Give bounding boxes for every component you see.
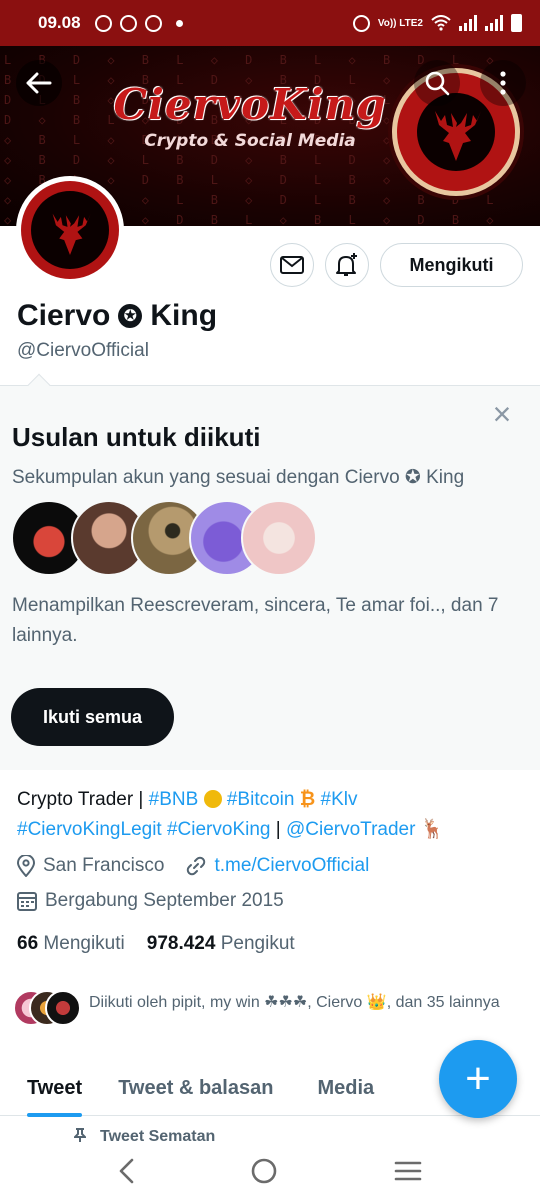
system-nav-bar bbox=[0, 1142, 540, 1200]
network-label: Vo)) LTE2 bbox=[377, 17, 423, 29]
bnb-coin-icon bbox=[203, 790, 222, 808]
profile-handle: @CiervoOfficial bbox=[17, 340, 149, 361]
suggested-avatar-5[interactable] bbox=[241, 500, 317, 576]
profile-link[interactable]: t.me/CiervoOfficial bbox=[214, 855, 369, 877]
joined-date: Bergabung September 2015 bbox=[45, 890, 284, 911]
tab-tweet-replies[interactable]: Tweet & balasan bbox=[118, 1060, 273, 1116]
followed-by-text: Diikuti oleh pipit, my win ☘☘☘, Ciervo 👑… bbox=[89, 994, 500, 1011]
pin-icon bbox=[74, 1128, 86, 1142]
bio-text: Crypto Trader | bbox=[17, 789, 149, 810]
search-button[interactable] bbox=[414, 60, 460, 106]
nav-recents-icon[interactable] bbox=[394, 1160, 422, 1182]
nav-back-icon[interactable] bbox=[118, 1158, 134, 1184]
mail-icon bbox=[280, 256, 304, 274]
following-button[interactable]: Mengikuti bbox=[380, 243, 523, 287]
link-icon bbox=[187, 856, 206, 876]
bio-tag-klv[interactable]: #Klv bbox=[321, 789, 358, 810]
followed-by-avatars bbox=[13, 990, 81, 1026]
suggestions-title: Usulan untuk diikuti bbox=[12, 422, 261, 452]
tab-tweet[interactable]: Tweet bbox=[27, 1060, 83, 1117]
suggestions-panel: × Usulan untuk diikuti Sekumpulan akun y… bbox=[0, 373, 540, 770]
profile-name: Ciervo ✪ King bbox=[17, 299, 217, 333]
status-time: 09.08 bbox=[38, 13, 81, 32]
close-suggestions-button[interactable]: × bbox=[488, 398, 516, 430]
back-button[interactable] bbox=[16, 60, 62, 106]
banner-brand: CiervoKing Crypto & Social Media bbox=[110, 80, 390, 151]
deer-icon bbox=[435, 111, 481, 161]
profile-name-first: Ciervo bbox=[17, 299, 111, 332]
bio-tag-bitcoin[interactable]: #Bitcoin bbox=[227, 789, 295, 810]
bio-separator: | bbox=[270, 819, 286, 840]
message-button[interactable] bbox=[270, 243, 314, 287]
banner-title: CiervoKing bbox=[113, 80, 387, 129]
followed-by[interactable]: Diikuti oleh pipit, my win ☘☘☘, Ciervo 👑… bbox=[13, 990, 528, 1026]
profile-bio: Crypto Trader | #BNB #Bitcoin ₿ #Klv #Ci… bbox=[17, 785, 527, 845]
notification-dot-icon bbox=[175, 19, 183, 27]
signal-1-icon bbox=[459, 15, 477, 31]
whatsapp-icon bbox=[94, 14, 112, 32]
suggestions-shown-text: Menampilkan Reescreveram, sincera, Te am… bbox=[12, 595, 499, 646]
compose-tweet-button[interactable]: + bbox=[439, 1040, 517, 1118]
profile-joined: Bergabung September 2015 bbox=[17, 890, 284, 912]
bell-plus-icon bbox=[336, 253, 357, 276]
profile-meta: San Francisco t.me/CiervoOfficial bbox=[17, 855, 391, 877]
following-count[interactable]: 66 Mengikuti bbox=[17, 933, 125, 955]
bio-mention-ciervotrader[interactable]: @CiervoTrader bbox=[286, 819, 415, 840]
back-arrow-icon bbox=[26, 72, 52, 94]
nav-home-icon[interactable] bbox=[251, 1158, 277, 1184]
tab-media[interactable]: Media bbox=[317, 1060, 374, 1116]
battery-icon bbox=[511, 14, 522, 32]
suggested-avatars[interactable] bbox=[11, 500, 321, 576]
alarm-icon bbox=[352, 14, 370, 32]
bio-tag-ciervoking[interactable]: #CiervoKing bbox=[167, 819, 271, 840]
location-pin-icon bbox=[17, 855, 35, 877]
verified-star-icon: ✪ bbox=[118, 304, 143, 328]
suggestions-description: Sekumpulan akun yang sesuai dengan Cierv… bbox=[12, 467, 465, 488]
profile-avatar[interactable] bbox=[16, 176, 124, 284]
followers-count[interactable]: 978.424 Pengikut bbox=[147, 933, 295, 955]
facebook-icon bbox=[144, 14, 162, 32]
follow-counts: 66 Mengikuti 978.424 Pengikut bbox=[17, 933, 295, 955]
deer-icon bbox=[52, 213, 91, 255]
messenger-icon bbox=[119, 14, 137, 32]
profile-name-last: King bbox=[150, 299, 218, 332]
bio-tag-bnb[interactable]: #BNB bbox=[149, 789, 199, 810]
search-icon bbox=[425, 71, 450, 96]
more-vertical-icon bbox=[500, 71, 506, 95]
calendar-icon bbox=[17, 892, 37, 911]
wifi-icon bbox=[431, 15, 451, 31]
notifications-button[interactable] bbox=[325, 243, 369, 287]
deer-emoji-icon: 🦌 bbox=[420, 819, 445, 840]
status-bar: 09.08 Vo)) LTE2 bbox=[0, 0, 540, 46]
bitcoin-icon: ₿ bbox=[299, 789, 316, 810]
banner-subtitle: Crypto & Social Media bbox=[144, 131, 356, 151]
bio-tag-ciervokinglegit[interactable]: #CiervoKingLegit bbox=[17, 819, 162, 840]
follow-all-button[interactable]: Ikuti semua bbox=[11, 688, 174, 746]
signal-2-icon bbox=[485, 15, 503, 31]
more-options-button[interactable] bbox=[480, 60, 526, 106]
profile-location: San Francisco bbox=[43, 855, 165, 876]
